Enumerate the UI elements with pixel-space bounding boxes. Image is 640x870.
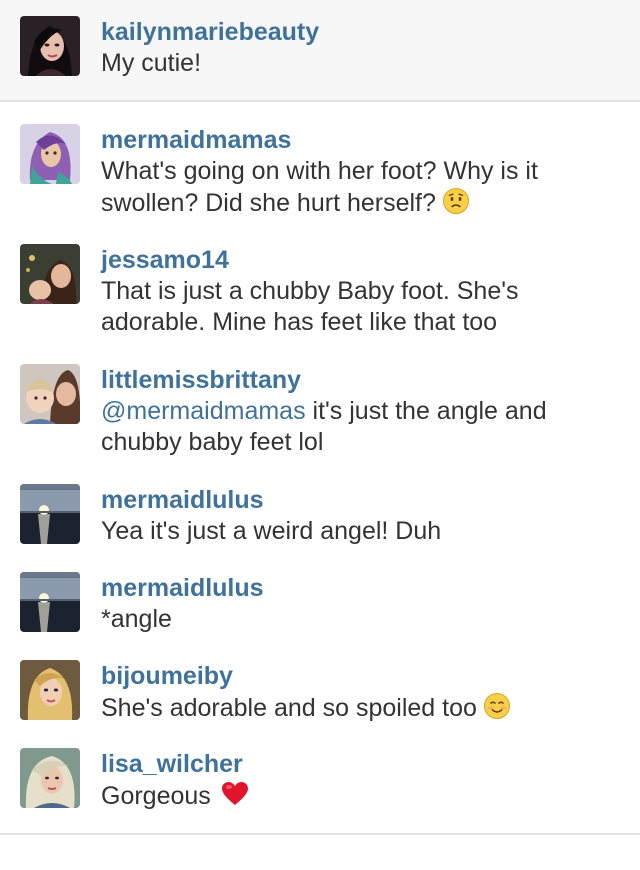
comment-text-line: She's adorable and so spoiled too (101, 694, 477, 722)
worried-face-emoji (442, 187, 470, 215)
comment-text-line: Gorgeous (101, 782, 211, 810)
comment-text: Yea it's just a weird angel! Duh (101, 516, 611, 547)
caption-section: kailynmariebeauty My cutie! (0, 0, 640, 102)
comment-text-line: chubby baby feet lol (101, 428, 324, 456)
comment-text-line: it's just the angle and (305, 397, 547, 425)
caption-text: My cutie! (101, 49, 202, 77)
comment-text-line: *angle (101, 605, 172, 633)
comment-username[interactable]: jessamo14 (101, 246, 229, 274)
mention-link[interactable]: @mermaidmamas (101, 397, 306, 425)
comment-username[interactable]: mermaidlulus (101, 486, 264, 514)
caption-username[interactable]: kailynmariebeauty (101, 18, 319, 46)
comment-list: mermaidmamas What's going on with her fo… (0, 102, 640, 835)
avatar[interactable] (20, 748, 80, 808)
red-heart-emoji (221, 780, 249, 808)
comment-text: *angle (101, 604, 611, 635)
comment-text-line: adorable. Mine has feet like that too (101, 308, 498, 336)
avatar[interactable] (20, 16, 80, 76)
comment-text: She's adorable and so spoiled too (101, 692, 611, 724)
avatar[interactable] (20, 124, 80, 184)
comment-text: Gorgeous (101, 780, 611, 812)
avatar[interactable] (20, 244, 80, 304)
comment-text-line: Yea it's just a weird angel! Duh (101, 517, 442, 545)
avatar[interactable] (20, 660, 80, 720)
comment-text: That is just a chubby Baby foot. She's a… (101, 276, 611, 338)
smiling-face-emoji (483, 692, 511, 720)
avatar[interactable] (20, 572, 80, 632)
avatar[interactable] (20, 364, 80, 424)
comment-username[interactable]: mermaidmamas (101, 126, 291, 154)
comment-username[interactable]: lisa_wilcher (101, 750, 243, 778)
comment-text: What's going on with her foot? Why is it… (101, 156, 611, 219)
comment-username[interactable]: littlemissbrittany (101, 366, 301, 394)
avatar[interactable] (20, 484, 80, 544)
comment-text-line: What's going on with her foot? Why is it (101, 157, 538, 185)
comment-username[interactable]: mermaidlulus (101, 574, 264, 602)
comment-username[interactable]: bijoumeiby (101, 662, 233, 690)
comment-text-line: That is just a chubby Baby foot. She's (101, 277, 519, 305)
comment-text-line: swollen? Did she hurt herself? (101, 189, 436, 217)
comment-text: @mermaidmamas it's just the angle and ch… (101, 396, 611, 458)
